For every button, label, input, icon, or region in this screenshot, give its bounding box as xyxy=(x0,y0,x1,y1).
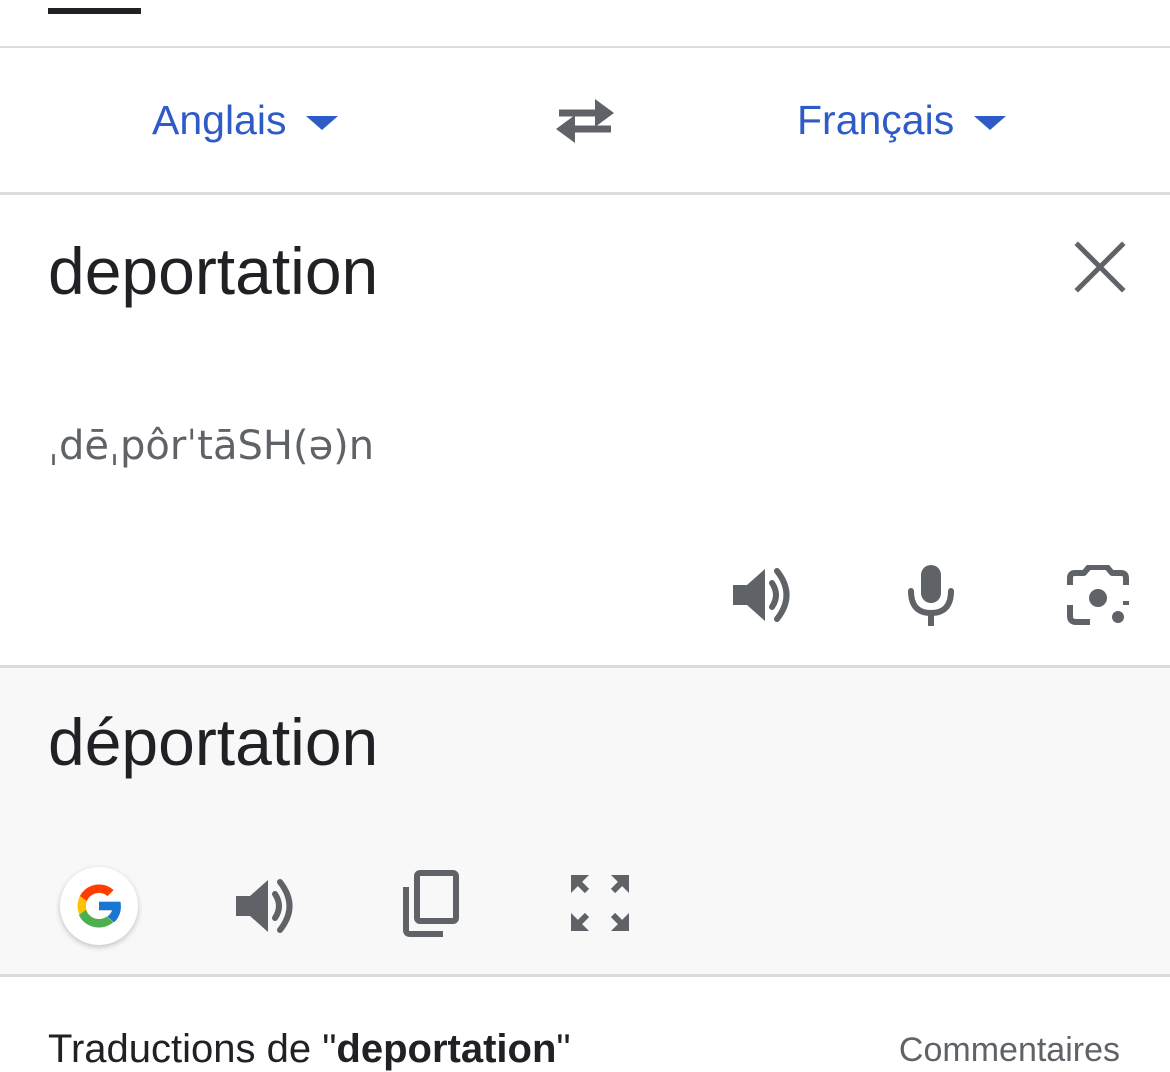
source-input-area[interactable]: deportation ˌdēˌpôrˈtāSH(ə)n xyxy=(0,195,1170,665)
translations-section: Traductions de "deportation" Commentaire… xyxy=(0,977,1170,1071)
translated-text: déportation xyxy=(48,705,379,779)
target-language-label: Français xyxy=(797,96,955,143)
source-text[interactable]: deportation xyxy=(48,233,378,309)
google-logo-icon[interactable] xyxy=(60,867,138,945)
camera-icon[interactable] xyxy=(1066,565,1130,627)
translations-heading-suffix: " xyxy=(556,1027,571,1071)
speaker-icon[interactable] xyxy=(730,563,794,627)
translations-heading: Traductions de "deportation" xyxy=(48,1027,571,1072)
close-icon[interactable] xyxy=(1068,235,1132,299)
microphone-icon[interactable] xyxy=(903,563,959,627)
google-g-icon xyxy=(77,884,122,928)
swap-languages-icon[interactable] xyxy=(551,92,619,148)
target-language-selector[interactable]: Français xyxy=(797,48,1007,192)
language-bar: Anglais Français xyxy=(0,48,1170,192)
feedback-link[interactable]: Commentaires xyxy=(899,1031,1120,1070)
translation-output-area: déportation xyxy=(0,668,1170,974)
copy-icon[interactable] xyxy=(401,870,461,938)
translations-heading-word: deportation xyxy=(336,1027,557,1071)
chevron-down-icon xyxy=(974,116,1007,130)
source-language-label: Anglais xyxy=(152,96,287,143)
source-language-selector[interactable]: Anglais xyxy=(152,48,339,192)
translations-heading-prefix: Traductions de " xyxy=(48,1027,337,1071)
chevron-down-icon xyxy=(306,116,339,130)
fullscreen-icon[interactable] xyxy=(569,873,631,933)
active-tab-indicator xyxy=(48,8,141,14)
speaker-icon[interactable] xyxy=(233,874,297,938)
phonetic-transcription: ˌdēˌpôrˈtāSH(ə)n xyxy=(48,423,375,469)
